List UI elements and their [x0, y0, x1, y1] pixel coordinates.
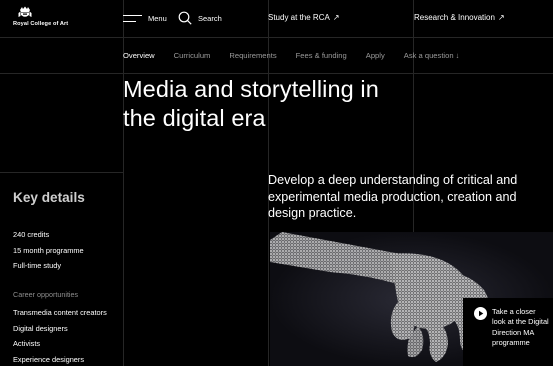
key-details-heading: Key details: [13, 190, 85, 205]
video-cta-card[interactable]: Take a closer look at the Digital Direct…: [463, 298, 553, 366]
career-list: Transmedia content creators Digital desi…: [13, 305, 107, 366]
logo-wordmark: Royal College of Art: [13, 21, 69, 27]
tab-curriculum[interactable]: Curriculum: [174, 51, 211, 60]
search-button[interactable]: Search: [178, 10, 222, 26]
header-divider: [0, 37, 553, 38]
subnav-divider: [0, 73, 553, 74]
list-item: Digital designers: [13, 323, 68, 333]
list-item: Full-time study: [13, 261, 62, 270]
tab-overview[interactable]: Overview: [123, 51, 155, 60]
study-at-rca-link[interactable]: Study at the RCA ↗: [268, 13, 340, 22]
menu-button[interactable]: Menu: [123, 10, 167, 26]
external-arrow-icon: ↗: [497, 13, 505, 22]
rca-logo[interactable]: Royal College of Art: [13, 6, 69, 32]
menu-icon: [123, 13, 142, 24]
intro-paragraph: Develop a deep understanding of critical…: [268, 173, 518, 220]
crest-icon: [18, 6, 32, 17]
programme-subnav: Overview Curriculum Requirements Fees & …: [123, 51, 459, 60]
tab-requirements[interactable]: Requirements: [229, 51, 276, 60]
career-opportunities-heading: Career opportunities: [13, 290, 79, 299]
search-icon: [178, 11, 192, 25]
menu-label: Menu: [148, 13, 167, 23]
video-cta-text: Take a closer look at the Digital Direct…: [492, 307, 549, 348]
list-item: Experience designers: [13, 354, 85, 364]
search-label: Search: [198, 13, 222, 23]
play-icon: [474, 307, 487, 320]
key-details-divider: [0, 172, 123, 173]
title-line: the digital era: [123, 105, 266, 131]
link-label: Research & Innovation: [414, 13, 495, 22]
title-line: Media and storytelling in: [123, 76, 379, 102]
external-arrow-icon: ↗: [332, 13, 340, 22]
list-item: 240 credits: [13, 230, 50, 239]
list-item: Transmedia content creators: [13, 308, 107, 317]
tab-fees-funding[interactable]: Fees & funding: [296, 51, 347, 60]
list-item: Activists: [13, 339, 41, 348]
key-details-list: 240 credits 15 month programme Full-time…: [13, 227, 84, 274]
tab-apply[interactable]: Apply: [366, 51, 385, 60]
research-innovation-link[interactable]: Research & Innovation ↗: [414, 13, 505, 22]
tab-ask-question[interactable]: Ask a question ↓: [404, 51, 460, 60]
list-item: 15 month programme: [13, 245, 84, 255]
link-label: Study at the RCA: [268, 13, 330, 22]
page-title: Media and storytelling in the digital er…: [123, 75, 423, 133]
